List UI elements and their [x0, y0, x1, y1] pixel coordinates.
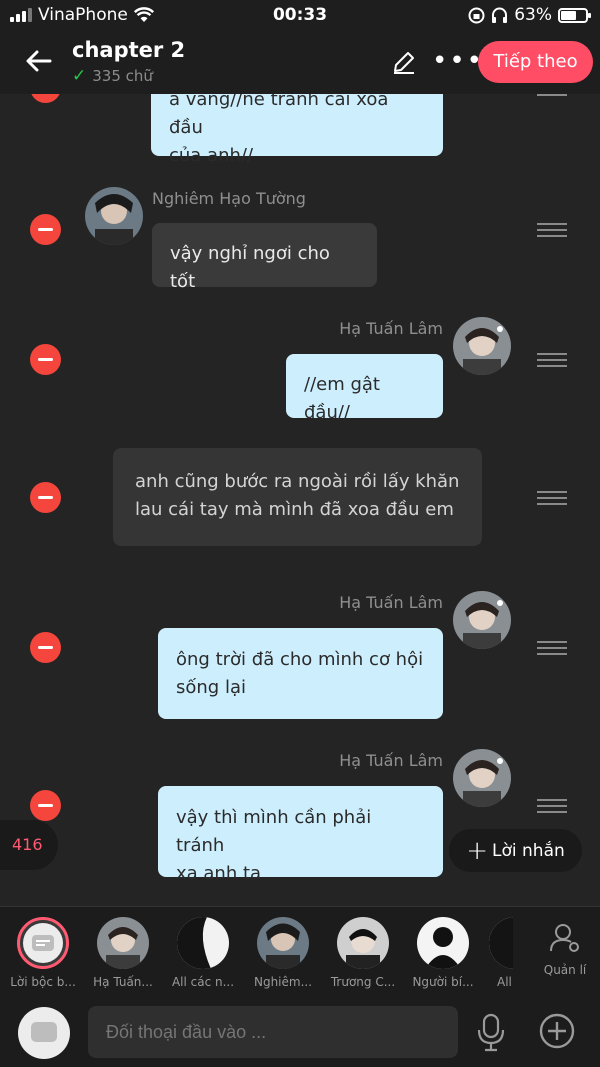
more-options-icon[interactable]: ••• [432, 48, 484, 74]
character-label: Nghiêm... [253, 975, 313, 989]
character-item[interactable]: All [489, 917, 513, 989]
add-circle-icon[interactable] [538, 1012, 576, 1050]
user-settings-icon [550, 924, 579, 952]
drag-handle-icon[interactable] [537, 94, 567, 96]
microphone-icon[interactable] [476, 1012, 506, 1052]
check-icon: ✓ [72, 66, 87, 86]
character-label: Lời bộc b... [10, 975, 76, 989]
dialogue-input[interactable] [88, 1006, 458, 1058]
battery-percent: 63% [514, 5, 552, 25]
character-narrator[interactable]: Lời bộc b... [9, 917, 77, 989]
character-item[interactable]: Trương C... [329, 917, 397, 989]
message-text: của anh// [169, 145, 254, 166]
delete-message-button[interactable] [30, 632, 61, 663]
manage-label: Quản lí [543, 963, 587, 977]
word-count-label: 335 chữ [92, 67, 153, 85]
delete-message-button[interactable] [30, 344, 61, 375]
message-bubble[interactable]: ông trời đã cho mình cơ hội sống lại [158, 628, 443, 719]
avatar [85, 187, 143, 245]
battery-icon [558, 7, 591, 23]
avatar [337, 917, 389, 969]
drag-handle-icon[interactable] [537, 799, 567, 813]
headphones-icon [492, 7, 508, 23]
message-text: lau cái tay mà mình đã xoa đầu em [135, 499, 454, 520]
add-message-label: Lời nhắn [492, 840, 565, 861]
chapter-header: chapter 2 ✓ 335 chữ ••• Tiếp theo [0, 32, 600, 94]
word-count: ✓ 335 chữ [72, 66, 153, 86]
narration-bubble[interactable]: anh cũng bước ra ngoài rồi lấy khăn lau … [113, 448, 482, 546]
avatar [417, 917, 469, 969]
speaker-name: Nghiêm Hạo Tường [152, 189, 306, 208]
next-button[interactable]: Tiếp theo [478, 41, 593, 83]
delete-message-button[interactable] [30, 790, 61, 821]
message-text: ông trời đã cho mình cơ hội [176, 649, 424, 670]
message-text: vậy nghỉ ngơi cho tốt [170, 243, 330, 292]
avatar [489, 917, 513, 969]
character-label: Người bí... [412, 975, 474, 989]
message-count-badge[interactable]: 416 [0, 820, 58, 870]
character-item[interactable]: Nghiêm... [249, 917, 317, 989]
input-bar [0, 996, 600, 1067]
message-bubble[interactable]: vậy nghỉ ngơi cho tốt [152, 223, 377, 292]
add-message-button[interactable]: + Lời nhắn [449, 829, 582, 872]
character-item[interactable]: Hạ Tuấn... [89, 917, 157, 989]
message-bubble[interactable]: vậy thì mình cần phải tránh xa anh ta [158, 786, 443, 884]
chat-bubble-icon[interactable] [18, 1007, 70, 1059]
manage-characters-button[interactable]: Quản lí [540, 921, 590, 977]
drag-handle-icon[interactable] [537, 353, 567, 367]
character-label: All [497, 975, 512, 989]
message-text: //em gật đầu// [304, 374, 380, 423]
message-text: a vàng//né tránh cái xoa đầu [169, 94, 389, 138]
edit-pencil-icon[interactable] [390, 48, 418, 76]
chapter-title: chapter 2 [72, 38, 186, 62]
rotation-lock-icon [468, 7, 485, 23]
character-label: Hạ Tuấn... [93, 975, 153, 989]
message-text: vậy thì mình cần phải tránh [176, 807, 372, 856]
speaker-name: Hạ Tuấn Lâm [339, 593, 443, 612]
character-item[interactable]: Người bí... [409, 917, 477, 989]
message-bubble[interactable]: //em gật đầu// [286, 354, 443, 423]
delete-message-button[interactable] [30, 94, 61, 103]
delete-message-button[interactable] [30, 214, 61, 245]
narrator-icon [17, 917, 69, 969]
speaker-name: Hạ Tuấn Lâm [339, 319, 443, 338]
character-bar: Lời bộc b... Hạ Tuấn... All các n... Ngh… [0, 906, 600, 996]
drag-handle-icon[interactable] [537, 491, 567, 505]
drag-handle-icon[interactable] [537, 223, 567, 237]
avatar [453, 317, 511, 375]
avatar [257, 917, 309, 969]
plus-icon: + [466, 835, 489, 866]
avatar [453, 591, 511, 649]
avatar [177, 917, 229, 969]
message-text: xa anh ta [176, 863, 262, 884]
avatar [453, 749, 511, 807]
status-bar: VinaPhone 00:33 63% [0, 0, 600, 32]
back-arrow-icon[interactable] [22, 44, 56, 78]
character-label: Trương C... [330, 975, 396, 989]
avatar [97, 917, 149, 969]
drag-handle-icon[interactable] [537, 641, 567, 655]
delete-message-button[interactable] [30, 482, 61, 513]
message-bubble[interactable]: a vàng//né tránh cái xoa đầu của anh// [151, 94, 443, 166]
chat-area[interactable]: a vàng//né tránh cái xoa đầu của anh// N… [0, 94, 600, 906]
speaker-name: Hạ Tuấn Lâm [339, 751, 443, 770]
message-text: sống lại [176, 677, 246, 698]
message-text: anh cũng bước ra ngoài rồi lấy khăn [135, 471, 460, 492]
character-label: All các n... [171, 975, 235, 989]
character-item[interactable]: All các n... [169, 917, 237, 989]
